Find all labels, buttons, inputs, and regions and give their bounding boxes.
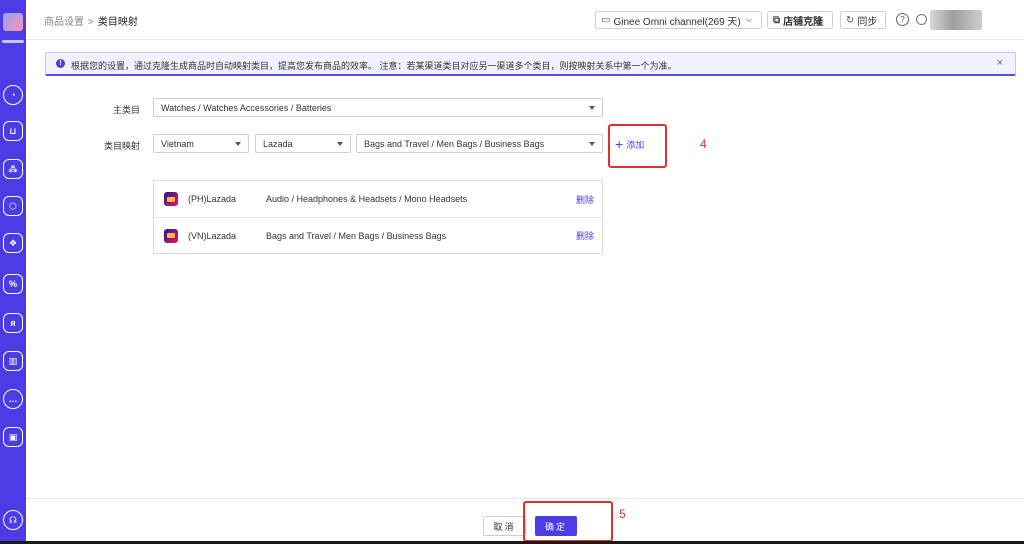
caret-down-icon [589,141,595,146]
mapping-category: Bags and Travel / Men Bags / Business Ba… [266,230,447,241]
delete-link[interactable]: 删除 [576,193,594,206]
target-category-select[interactable]: Bags and Travel / Men Bags / Business Ba… [356,134,603,153]
info-notice: ! 根据您的设置，通过克隆生成商品时自动映射类目，提高您发布商品的效率。 注意：… [45,52,1016,76]
breadcrumb-current: 类目映射 [97,17,138,28]
breadcrumb-parent[interactable]: 商品设置 [44,17,84,28]
refresh-icon: ↻ [846,14,855,26]
delete-link[interactable]: 删除 [576,229,594,242]
mapping-category: Audio / Headphones & Headsets / Mono Hea… [266,194,468,204]
chevron-down-icon: ⌵ [745,15,752,24]
info-icon: ! [56,59,65,68]
sync-button[interactable]: ↻ 同步 [840,11,886,29]
annotation-number-add: 4 [700,137,707,151]
breadcrumb: 商品设置 > 类目映射 [44,13,138,28]
main-category-value: Watches / Watches Accessories / Batterie… [161,102,332,113]
plugin-icon[interactable]: ▣ [3,427,23,447]
platform-value: Lazada [263,138,293,149]
help-icon[interactable]: ? [896,13,909,26]
caret-down-icon [337,141,343,146]
caret-down-icon [589,105,595,110]
main-category-select[interactable]: Watches / Watches Accessories / Batterie… [153,98,603,117]
channel-select[interactable]: ▭ Ginee Omni channel(269 天) ⌵ [595,11,762,29]
mapping-store: (VN)Lazada [188,230,237,241]
sidebar: ◔ ⊔ ⁂ ⬡ ❖ % ᴙ ▥ … ▣ ☊ [0,0,26,544]
chart-icon[interactable]: ▥ [3,351,23,371]
sitemap-icon[interactable]: ⁂ [3,159,23,179]
caret-down-icon [235,141,241,146]
lazada-icon [164,228,178,243]
shop-clone-label: 店铺克隆 [783,16,824,28]
box-icon[interactable]: ⬡ [3,196,23,216]
percent-icon[interactable]: % [3,274,23,294]
channel-label: Ginee Omni channel(269 天) [613,16,741,28]
chat-icon[interactable]: … [3,389,23,409]
sync-label: 同步 [857,16,878,28]
country-select[interactable]: Vietnam [153,134,249,153]
dashboard-icon[interactable]: ◔ [3,85,23,105]
notice-text: 根据您的设置，通过克隆生成商品时自动映射类目，提高您发布商品的效率。 注意：若某… [71,61,677,71]
users-icon[interactable]: ᴙ [3,313,23,333]
list-item: (VN)Lazada Bags and Travel / Men Bags / … [154,217,602,253]
headset-icon[interactable]: ☊ [3,510,23,530]
mapping-list: (PH)Lazada Audio / Headphones & Headsets… [153,180,603,254]
avatar[interactable] [930,10,982,30]
lazada-icon [164,192,178,206]
platform-select[interactable]: Lazada [255,134,351,153]
mapping-label: 类目映射 [103,141,140,151]
cancel-button[interactable]: 取消 [483,516,526,536]
logo-underline [2,40,24,43]
cart-icon[interactable]: ⊔ [3,121,23,141]
mapping-store: (PH)Lazada [188,194,237,204]
close-icon[interactable]: × [997,57,1003,69]
calendar-icon: ▭ [601,14,611,26]
target-category-value: Bags and Travel / Men Bags / Business Ba… [364,138,545,149]
annotation-box-add [608,124,667,168]
country-value: Vietnam [161,138,194,149]
annotation-number-confirm: 5 [619,507,626,521]
globe-icon[interactable] [916,14,927,25]
dropbox-icon[interactable]: ❖ [3,233,23,253]
breadcrumb-separator: > [88,17,94,28]
main-category-label: 主类目 [112,105,140,115]
clone-icon: ⧉ [773,14,781,26]
annotation-box-confirm [523,501,613,542]
shop-clone-button[interactable]: ⧉ 店铺克隆 [767,11,833,29]
list-item: (PH)Lazada Audio / Headphones & Headsets… [154,181,602,217]
app-logo[interactable] [0,0,26,44]
